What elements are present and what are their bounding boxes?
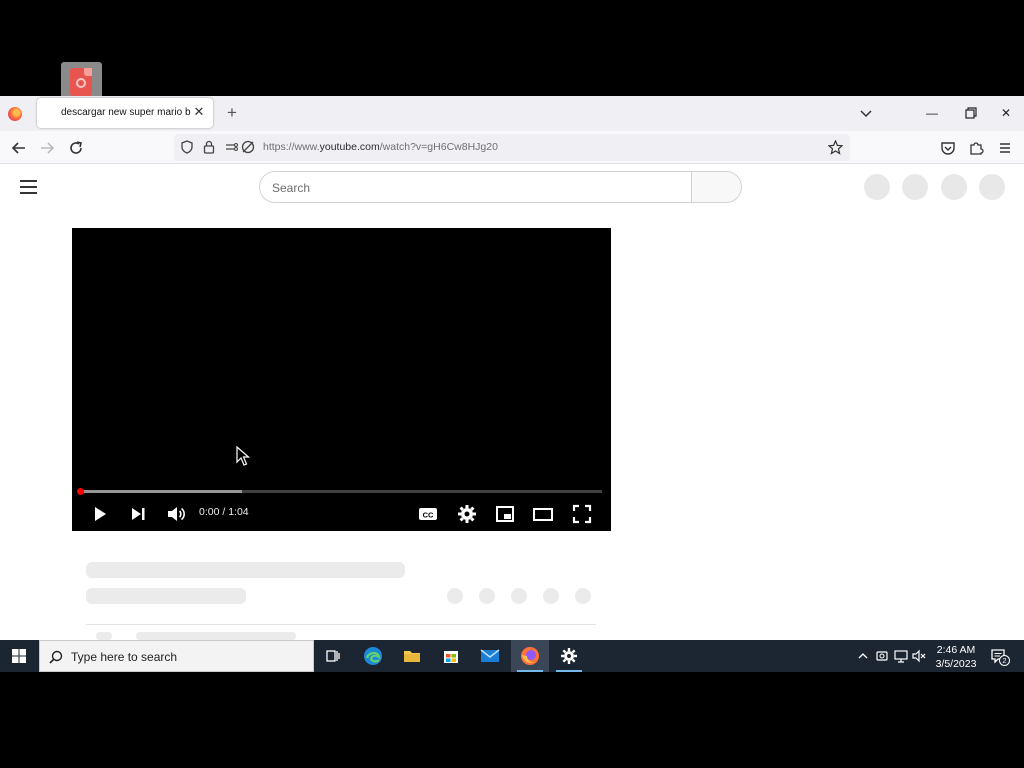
title-skeleton [86, 562, 405, 578]
progress-scrubber[interactable] [77, 488, 84, 495]
theater-mode-icon[interactable] [532, 503, 554, 525]
clock[interactable]: 2:46 AM 3/5/2023 [930, 643, 982, 671]
task-view-icon [326, 650, 340, 662]
time-display: 0:00 / 1:04 [199, 506, 249, 518]
minimize-icon[interactable]: — [922, 104, 942, 122]
folder-icon [404, 651, 420, 662]
youtube-search-box[interactable] [259, 171, 692, 203]
windows-taskbar: Type here to search 2:46 AM 3/5/2023 2 [0, 640, 1024, 672]
bookmark-star-icon[interactable] [828, 140, 843, 155]
chevron-down-icon[interactable] [858, 105, 874, 121]
tab-bar: descargar new super mario bros ✕ + — ✕ [0, 96, 1024, 131]
miniplayer-icon[interactable] [494, 503, 516, 525]
running-indicator [556, 670, 582, 672]
file-explorer-button[interactable] [393, 640, 431, 672]
tracking-shield-icon[interactable] [180, 140, 194, 154]
progress-bar[interactable] [77, 488, 602, 495]
forward-arrow-icon[interactable] [38, 139, 56, 157]
video-player[interactable]: 0:00 / 1:04 CC [72, 228, 611, 531]
meet-now-icon[interactable] [874, 648, 890, 664]
progress-buffered [80, 490, 242, 493]
new-tab-icon[interactable]: + [224, 104, 240, 122]
clock-date: 3/5/2023 [935, 658, 977, 670]
url-domain: youtube.com [319, 141, 380, 153]
youtube-page: 0:00 / 1:04 CC [0, 164, 1024, 640]
task-view-button[interactable] [314, 640, 352, 672]
settings-taskbar-button[interactable] [550, 640, 588, 672]
next-video-icon[interactable] [127, 503, 149, 525]
edge-icon [364, 647, 382, 665]
action-skeleton-circle [447, 588, 463, 604]
navigation-toolbar: https://www.youtube.com/watch?v=gH6Cw8HJ… [0, 131, 1024, 164]
url-prefix: https://www. [263, 141, 320, 153]
notification-count-badge: 2 [999, 655, 1010, 666]
mouse-cursor-icon [236, 446, 250, 466]
firefox-icon [521, 647, 539, 665]
tab-title: descargar new super mario bros [61, 107, 191, 118]
document-icon [70, 68, 92, 96]
description-skeleton [136, 632, 296, 640]
content-divider [86, 624, 596, 625]
firefox-window: descargar new super mario bros ✕ + — ✕ h… [0, 96, 1024, 640]
youtube-search-input[interactable] [272, 179, 672, 197]
gear-icon [561, 648, 577, 664]
action-skeleton-circle [511, 588, 527, 604]
close-window-icon[interactable]: ✕ [996, 104, 1016, 122]
windows-start-icon[interactable] [0, 640, 38, 672]
store-button[interactable] [432, 640, 470, 672]
action-skeleton-circle [575, 588, 591, 604]
settings-gear-icon[interactable] [456, 503, 478, 525]
guide-menu-icon[interactable] [20, 180, 37, 194]
back-arrow-icon[interactable] [10, 139, 28, 157]
desktop-screen: descargar new super mario bros ✕ + — ✕ h… [0, 0, 1024, 768]
header-placeholder-circle[interactable] [864, 174, 890, 200]
youtube-search-button[interactable] [691, 171, 742, 203]
volume-muted-icon[interactable] [911, 648, 927, 664]
lock-icon[interactable] [203, 140, 215, 154]
firefox-logo-icon[interactable] [8, 107, 22, 121]
taskbar-search-placeholder: Type here to search [71, 650, 178, 664]
autoplay-blocked-icon[interactable] [241, 140, 255, 154]
clock-time: 2:46 AM [936, 644, 976, 656]
address-bar[interactable]: https://www.youtube.com/watch?v=gH6Cw8HJ… [174, 134, 850, 161]
firefox-taskbar-button[interactable] [511, 640, 549, 672]
action-skeleton-circle [479, 588, 495, 604]
header-placeholder-circle[interactable] [902, 174, 928, 200]
tab-active[interactable]: descargar new super mario bros ✕ [37, 98, 213, 128]
reload-icon[interactable] [67, 139, 85, 157]
active-indicator [517, 670, 543, 672]
permissions-icon[interactable] [225, 140, 239, 154]
action-skeleton-circle [543, 588, 559, 604]
search-icon [49, 650, 63, 664]
svg-text:CC: CC [423, 511, 434, 520]
fullscreen-icon[interactable] [571, 503, 593, 525]
header-placeholder-circle[interactable] [941, 174, 967, 200]
avatar-skeleton [96, 632, 112, 640]
app-menu-icon[interactable] [996, 139, 1014, 157]
header-placeholder-circle[interactable] [979, 174, 1005, 200]
chevron-up-icon[interactable] [855, 648, 871, 664]
play-icon[interactable] [89, 503, 111, 525]
captions-icon[interactable]: CC [417, 503, 439, 525]
network-icon[interactable] [893, 648, 909, 664]
volume-icon[interactable] [165, 503, 187, 525]
mail-icon [480, 649, 500, 662]
restore-icon[interactable] [960, 104, 980, 122]
taskbar-search-box[interactable]: Type here to search [39, 640, 314, 672]
notification-center-button[interactable]: 2 [988, 646, 1012, 666]
store-icon [444, 651, 458, 663]
url-text[interactable]: https://www.youtube.com/watch?v=gH6Cw8HJ… [263, 141, 498, 153]
extensions-puzzle-icon[interactable] [967, 139, 985, 157]
url-path: /watch?v=gH6Cw8HJg20 [379, 141, 498, 153]
tab-close-icon[interactable]: ✕ [191, 104, 207, 120]
channel-skeleton [86, 588, 246, 604]
mail-button[interactable] [471, 640, 509, 672]
pocket-icon[interactable] [939, 139, 957, 157]
edge-button[interactable] [354, 640, 392, 672]
